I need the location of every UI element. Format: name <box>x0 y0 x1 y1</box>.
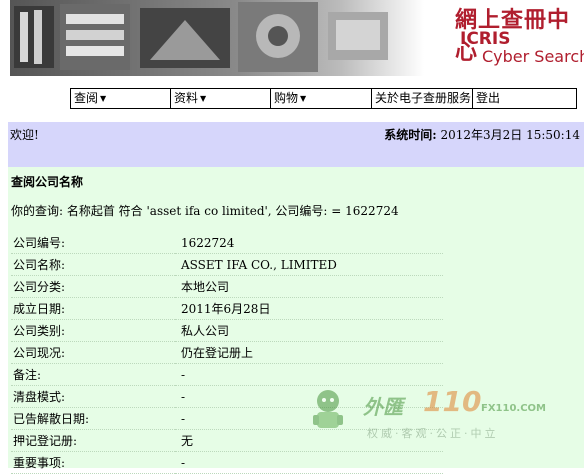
field-value: 2011年6月28日 <box>175 297 443 320</box>
company-info-table: 公司编号: 1622724 公司名称: ASSET IFA CO., LIMITED… <box>11 232 443 474</box>
menu-logout-label: 登出 <box>476 91 501 105</box>
menu-about-service-label: 关於电子查册服务 <box>375 91 472 105</box>
field-value: 无 <box>175 429 443 452</box>
field-value: ASSET IFA CO., LIMITED <box>175 253 443 276</box>
table-row: 重要事项: - <box>11 451 443 474</box>
field-label: 公司编号: <box>11 232 175 254</box>
field-value: - <box>175 451 443 474</box>
table-row: 押记登记册: 无 <box>11 429 443 452</box>
field-label: 公司类别: <box>11 319 175 342</box>
field-label: 押记登记册: <box>11 429 175 452</box>
table-row: 公司编号: 1622724 <box>11 232 443 254</box>
field-value: - <box>175 363 443 386</box>
welcome-text: 欢迎! <box>10 128 39 142</box>
chevron-down-icon: ▼ <box>100 94 107 103</box>
field-label: 重要事项: <box>11 451 175 474</box>
menu-search[interactable]: 查阅 ▼ <box>71 89 171 108</box>
chevron-down-icon: ▼ <box>200 94 207 103</box>
menu-shopping-label: 购物 <box>274 91 299 105</box>
field-label: 成立日期: <box>11 297 175 320</box>
table-row: 公司现况: 仍在登记册上 <box>11 341 443 364</box>
table-row: 公司分类: 本地公司 <box>11 275 443 298</box>
field-label: 公司名称: <box>11 253 175 276</box>
field-value: 仍在登记册上 <box>175 341 443 364</box>
system-time-label: 系统时间: <box>384 128 437 142</box>
chevron-down-icon: ▼ <box>300 94 307 103</box>
table-row: 备注: - <box>11 363 443 386</box>
welcome-bar: 欢迎! 系统时间: 2012年3月2日 15:50:14 <box>8 122 584 167</box>
menu-information-label: 资料 <box>174 91 199 105</box>
table-row: 已告解散日期: - <box>11 407 443 430</box>
table-row: 清盘模式: - <box>11 385 443 408</box>
field-value: 私人公司 <box>175 319 443 342</box>
system-time: 系统时间: 2012年3月2日 15:50:14 <box>384 126 580 143</box>
main-menu-bar: 查阅 ▼ 资料 ▼ 购物 ▼ 关於电子查册服务 登出 <box>70 88 577 109</box>
table-row: 公司类别: 私人公司 <box>11 319 443 342</box>
field-label: 公司分类: <box>11 275 175 298</box>
banner-collage-image <box>10 0 424 76</box>
menu-information[interactable]: 资料 ▼ <box>171 89 271 108</box>
field-label: 备注: <box>11 363 175 386</box>
table-row: 成立日期: 2011年6月28日 <box>11 297 443 320</box>
banner-title-icris: ICRIS <box>460 29 511 49</box>
field-label: 已告解散日期: <box>11 407 175 430</box>
field-label: 公司现况: <box>11 341 175 364</box>
field-value: 本地公司 <box>175 275 443 298</box>
menu-logout[interactable]: 登出 <box>473 89 576 108</box>
query-summary: 你的查询: 名称起首 符合 'asset ifa co limited', 公司… <box>11 204 399 218</box>
system-time-value: 2012年3月2日 15:50:14 <box>440 128 580 142</box>
field-value: - <box>175 407 443 430</box>
menu-shopping[interactable]: 购物 ▼ <box>271 89 372 108</box>
field-value: 1622724 <box>175 232 443 254</box>
header-banner: 網上查冊中心 ICRIS Cyber Search Centre <box>0 0 584 76</box>
menu-about-service[interactable]: 关於电子查册服务 <box>372 89 473 108</box>
search-result-panel: 查阅公司名称 你的查询: 名称起首 符合 'asset ifa co limit… <box>8 167 584 474</box>
banner-title-cyber-search: Cyber Search Centre <box>482 47 584 66</box>
field-label: 清盘模式: <box>11 385 175 408</box>
field-value: - <box>175 385 443 408</box>
table-row: 公司名称: ASSET IFA CO., LIMITED <box>11 253 443 276</box>
section-title: 查阅公司名称 <box>11 175 84 189</box>
menu-search-label: 查阅 <box>74 91 99 105</box>
